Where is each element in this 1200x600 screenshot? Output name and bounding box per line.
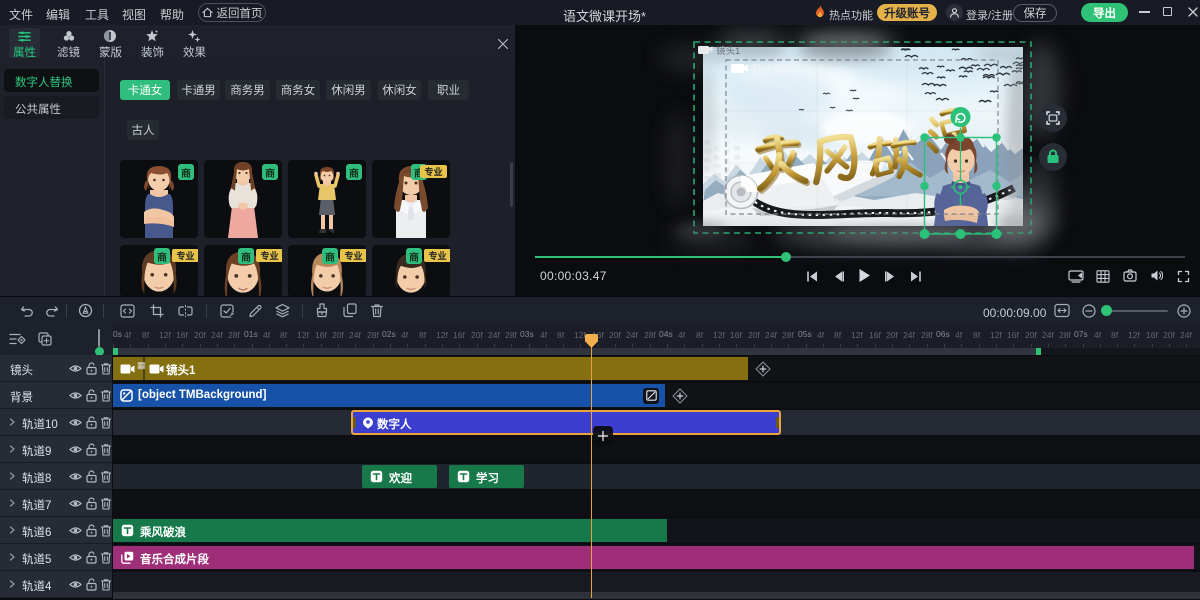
svg-text:默认镜头: 默认镜头 bbox=[752, 63, 792, 76]
svg-text:镜头1: 镜头1 bbox=[716, 45, 740, 57]
